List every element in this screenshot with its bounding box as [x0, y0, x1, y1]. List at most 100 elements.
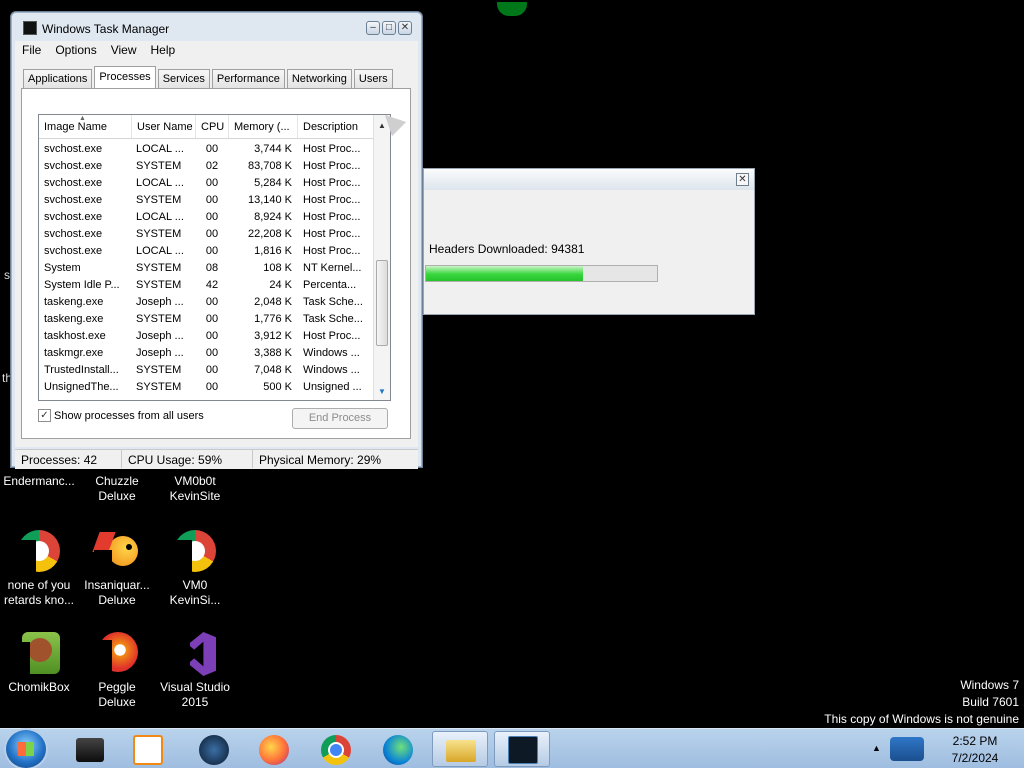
table-row[interactable]: svchost.exe SYSTEM 00 22,208 K Host Proc... — [39, 226, 374, 243]
tab-networking[interactable]: Networking — [286, 69, 352, 88]
show-hidden-icons-icon[interactable]: ▲ — [872, 743, 881, 753]
column-user-name[interactable]: User Name — [132, 115, 196, 138]
menu-view[interactable]: View — [104, 41, 144, 61]
download-window-titlebar[interactable]: ✕ — [424, 169, 754, 190]
tab-services[interactable]: Services — [157, 69, 210, 88]
cell-description: Task Sche... — [303, 296, 363, 308]
close-button[interactable]: ✕ — [398, 21, 412, 35]
table-row[interactable]: System Idle P... SYSTEM 42 24 K Percenta... — [39, 277, 374, 294]
maximize-button[interactable]: □ — [382, 21, 396, 35]
table-row[interactable]: svchost.exe LOCAL ... 00 1,816 K Host Proc..… — [39, 243, 374, 260]
desktop-icon-insaniquarium[interactable]: Insaniquar... Deluxe — [78, 528, 156, 608]
table-row[interactable]: taskmgr.exe Joseph ... 00 3,388 K Windows ..… — [39, 345, 374, 362]
table-row[interactable]: svchost.exe LOCAL ... 00 8,924 K Host Proc..… — [39, 209, 374, 226]
cell-memory: 22,208 K — [247, 228, 292, 240]
cell-description: Unsigned ... — [303, 381, 362, 393]
minimize-button[interactable]: – — [366, 21, 380, 35]
scrollbar-thumb[interactable] — [376, 260, 388, 346]
desktop-icon-label: VM0 KevinSi... — [169, 578, 221, 607]
desktop-icon-label: Visual Studio 2015 — [160, 680, 230, 709]
table-row[interactable]: svchost.exe SYSTEM 02 83,708 K Host Proc... — [39, 158, 374, 175]
cell-user-name: SYSTEM — [136, 279, 182, 291]
cell-image-name: taskmgr.exe — [44, 347, 104, 359]
cell-cpu: 08 — [205, 262, 219, 274]
tab-users[interactable]: Users — [353, 69, 393, 88]
table-row[interactable]: UnsignedThe... SYSTEM 00 500 K Unsigned ... — [39, 379, 374, 396]
desktop-icon-label: Insaniquar... Deluxe — [84, 578, 150, 607]
cell-image-name: TrustedInstall... — [44, 364, 119, 376]
table-row[interactable]: taskhost.exe Joseph ... 00 3,912 K Host Proc… — [39, 328, 374, 345]
column-image-name[interactable]: ▲ Image Name — [39, 115, 132, 138]
task-manager-window: Windows Task Manager – □ ✕ File Options … — [10, 11, 423, 469]
table-row[interactable]: svchost.exe LOCAL ... 00 5,284 K Host Proc..… — [39, 175, 374, 192]
table-row[interactable]: System SYSTEM 08 108 K NT Kernel... — [39, 260, 374, 277]
taskbar-task-manager[interactable] — [494, 731, 550, 767]
taskbar-media-player[interactable] — [120, 731, 176, 767]
cell-cpu: 00 — [205, 228, 219, 240]
cell-memory: 500 K — [263, 381, 292, 393]
cell-image-name: System Idle P... — [44, 279, 120, 291]
start-button[interactable] — [6, 730, 46, 768]
taskbar-game[interactable] — [186, 731, 242, 767]
menu-file[interactable]: File — [15, 41, 48, 61]
table-row[interactable]: svchost.exe LOCAL ... 00 3,744 K Host Proc..… — [39, 141, 374, 158]
cell-memory: 13,140 K — [247, 194, 292, 206]
process-rows: svchost.exe LOCAL ... 00 3,744 K Host Proc..… — [39, 141, 374, 396]
desktop: s th Endermanc... Chuzzle Deluxe VM0b0t … — [0, 0, 1024, 768]
close-icon[interactable]: ✕ — [736, 173, 749, 186]
cell-cpu: 00 — [205, 347, 219, 359]
tab-processes[interactable]: Processes — [94, 66, 156, 88]
task-manager-titlebar[interactable]: Windows Task Manager – □ ✕ — [11, 12, 422, 42]
desktop-icon-peggle[interactable]: Peggle Deluxe — [78, 630, 156, 710]
column-description[interactable]: Description — [298, 115, 374, 138]
checkbox-box[interactable]: ✓ — [38, 409, 51, 422]
taskbar-firefox[interactable] — [246, 731, 302, 767]
process-list-scrollbar[interactable]: ▲ ▼ — [373, 115, 390, 400]
cell-image-name: System — [44, 262, 81, 274]
cell-memory: 108 K — [263, 262, 292, 274]
cell-image-name: taskhost.exe — [44, 330, 106, 342]
cell-user-name: Joseph ... — [136, 330, 184, 342]
tab-applications[interactable]: Applications — [23, 69, 93, 88]
process-list[interactable]: ▲ Image Name User Name CPU Memory (... D… — [38, 114, 391, 401]
clock[interactable]: 2:52 PM 7/2/2024 — [925, 733, 1024, 767]
end-process-button[interactable]: End Process — [292, 408, 388, 429]
column-memory[interactable]: Memory (... — [229, 115, 298, 138]
taskbar-chrome[interactable] — [308, 731, 364, 767]
cell-memory: 3,912 K — [254, 330, 292, 342]
cell-image-name: svchost.exe — [44, 160, 103, 172]
peggle-icon — [94, 630, 140, 676]
desktop-icon-vm0[interactable]: VM0 KevinSi... — [156, 528, 234, 608]
table-row[interactable]: TrustedInstall... SYSTEM 00 7,048 K Windows … — [39, 362, 374, 379]
cell-user-name: LOCAL ... — [136, 177, 184, 189]
network-icon[interactable] — [890, 737, 924, 761]
table-row[interactable]: taskeng.exe SYSTEM 00 1,776 K Task Sche... — [39, 311, 374, 328]
terminal-icon — [76, 738, 104, 762]
process-list-header: ▲ Image Name User Name CPU Memory (... D… — [39, 115, 390, 139]
cell-cpu: 00 — [205, 194, 219, 206]
firefox-icon — [259, 735, 289, 765]
desktop-icon-chuzzle[interactable]: Chuzzle Deluxe — [78, 474, 156, 504]
show-all-processes-checkbox[interactable]: ✓ Show processes from all users — [38, 409, 204, 422]
cell-description: Task Sche... — [303, 313, 363, 325]
download-progress-fill — [426, 266, 584, 281]
cell-image-name: UnsignedThe... — [44, 381, 119, 393]
scroll-down-icon[interactable]: ▼ — [378, 387, 386, 396]
taskbar-edge[interactable] — [370, 731, 426, 767]
menu-options[interactable]: Options — [48, 41, 103, 61]
desktop-icon-none-of-you[interactable]: none of you retards kno... — [0, 528, 78, 608]
taskbar-terminal[interactable] — [62, 731, 118, 767]
green-logo-icon — [497, 2, 527, 16]
desktop-icon-chomikbox[interactable]: ChomikBox — [0, 630, 78, 695]
table-row[interactable]: svchost.exe SYSTEM 00 13,140 K Host Proc... — [39, 192, 374, 209]
table-row[interactable]: taskeng.exe Joseph ... 00 2,048 K Task Sche.… — [39, 294, 374, 311]
desktop-icon-visual-studio[interactable]: Visual Studio 2015 — [156, 630, 234, 710]
tab-performance[interactable]: Performance — [211, 69, 285, 88]
tab-strip: Applications Processes Services Performa… — [23, 66, 395, 88]
menu-help[interactable]: Help — [144, 41, 183, 61]
taskbar-explorer[interactable] — [432, 731, 488, 767]
desktop-icon-endermanch[interactable]: Endermanc... — [0, 474, 78, 489]
cell-memory: 24 K — [269, 279, 292, 291]
column-cpu[interactable]: CPU — [196, 115, 229, 138]
desktop-icon-vm0b0t[interactable]: VM0b0t KevinSite — [156, 474, 234, 504]
